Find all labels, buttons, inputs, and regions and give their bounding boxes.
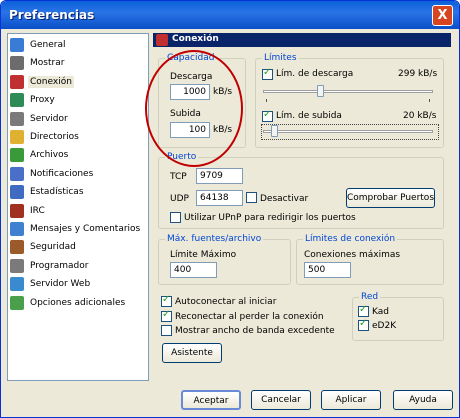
- limits-group-title: Límites: [262, 53, 299, 63]
- show-overhead-label: Mostrar ancho de banda excedente: [175, 326, 335, 336]
- kad-checkbox[interactable]: [358, 304, 369, 317]
- max-connections-label: Conexiones máximas: [304, 250, 401, 260]
- scheduler-icon: [10, 258, 24, 273]
- folder-icon: [10, 130, 24, 144]
- sidebar-item[interactable]: Mensajes y Comentarios: [10, 220, 146, 238]
- reconnect-checkbox[interactable]: [161, 309, 172, 322]
- download-limit-slider-track: [263, 90, 433, 93]
- download-limit-value: 299 kB/s: [398, 69, 438, 79]
- sidebar-item-label: Proxy: [30, 95, 55, 106]
- apply-button[interactable]: Aplicar: [321, 390, 381, 410]
- sidebar-item[interactable]: Proxy: [10, 91, 146, 109]
- upload-limit-checkbox[interactable]: [262, 109, 273, 122]
- preferences-window: Preferencias X General Mostrar Conexión Pro…: [0, 0, 460, 418]
- upload-limit-label: Lím. de subida: [276, 111, 342, 121]
- sidebar-item-label: Conexión: [28, 75, 74, 88]
- sidebar-item[interactable]: Opciones adicionales: [10, 294, 146, 312]
- sidebar-item-label: Notificaciones: [30, 168, 94, 179]
- sidebar-item-label: Opciones adicionales: [30, 297, 126, 308]
- sidebar-item[interactable]: Programador: [10, 257, 146, 275]
- accept-button[interactable]: Aceptar: [181, 390, 241, 410]
- server-icon: [10, 111, 24, 126]
- autoconnect-label: Autoconectar al iniciar: [175, 297, 277, 307]
- download-limit-label: Lím. de descarga: [276, 69, 354, 79]
- ed2k-checkbox[interactable]: [358, 318, 369, 331]
- section-header: Conexión: [153, 33, 451, 47]
- udp-port-input[interactable]: 64138: [196, 190, 243, 206]
- upnp-checkbox[interactable]: [170, 212, 181, 223]
- close-icon: X: [437, 8, 448, 23]
- upload-limit-slider-track: [263, 130, 433, 133]
- close-button[interactable]: X: [432, 5, 453, 26]
- sidebar-item[interactable]: IRC: [10, 202, 146, 220]
- udp-label: UDP: [170, 194, 189, 204]
- reconnect-label: Reconectar al perder la conexión: [175, 312, 324, 322]
- sidebar-item-label: IRC: [30, 205, 45, 216]
- webserver-icon: [10, 277, 24, 292]
- sidebar-item-label: General: [30, 40, 66, 50]
- upload-limit-value: 20 kB/s: [403, 111, 437, 121]
- sidebar-item-label: Estadísticas: [30, 187, 84, 198]
- general-icon: [10, 38, 24, 52]
- connection-limits-group-title: Límites de conexión: [303, 234, 398, 244]
- section-title: Conexión: [172, 34, 219, 44]
- kad-label: Kad: [372, 307, 389, 317]
- notifications-icon: [10, 166, 24, 181]
- sidebar-item[interactable]: Mostrar: [10, 54, 146, 72]
- download-limit-checkbox[interactable]: [262, 67, 273, 80]
- tcp-label: TCP: [170, 172, 187, 182]
- tcp-port-input[interactable]: 9709: [196, 168, 243, 184]
- max-limit-label: Límite Máximo: [170, 250, 237, 260]
- sidebar-item[interactable]: Notificaciones: [10, 165, 146, 183]
- window-title: Preferencias: [9, 8, 95, 22]
- sidebar-item[interactable]: Seguridad: [10, 238, 146, 256]
- network-group-title: Red: [359, 292, 381, 302]
- sidebar-item[interactable]: Conexión: [10, 73, 146, 91]
- sidebar-item[interactable]: General: [10, 36, 146, 54]
- sidebar-item[interactable]: Archivos: [10, 146, 146, 164]
- preferences-sidebar: General Mostrar Conexión Proxy Servidor Direc…: [7, 33, 149, 381]
- sidebar-item[interactable]: Servidor Web: [10, 275, 146, 293]
- files-icon: [10, 148, 24, 163]
- download-limit-slider[interactable]: [316, 85, 324, 97]
- show-overhead-checkbox[interactable]: [161, 325, 172, 336]
- sidebar-item-label: Servidor: [30, 113, 68, 124]
- sidebar-item-label: Mostrar: [30, 58, 65, 69]
- max-connections-input[interactable]: 500: [304, 262, 351, 278]
- cancel-button[interactable]: Cancelar: [251, 390, 311, 410]
- upload-limit-slider[interactable]: [271, 125, 279, 137]
- statistics-icon: [10, 185, 24, 200]
- proxy-icon: [10, 93, 24, 108]
- autoconnect-checkbox[interactable]: [161, 294, 172, 307]
- ed2k-label: eD2K: [372, 321, 397, 331]
- security-icon: [10, 240, 24, 255]
- disable-udp-label: Desactivar: [260, 194, 309, 204]
- sidebar-item[interactable]: Directorios: [10, 128, 146, 146]
- wizard-button[interactable]: Asistente: [162, 343, 222, 363]
- sidebar-item[interactable]: Estadísticas: [10, 183, 146, 201]
- sidebar-item-label: Directorios: [30, 132, 79, 142]
- slider-tick: [266, 99, 267, 102]
- red-annotation-circle: [145, 50, 243, 167]
- extra-options-icon: [10, 295, 24, 310]
- sidebar-item-label: Seguridad: [30, 242, 76, 253]
- upnp-label: Utilizar UPnP para redirigir los puertos: [184, 213, 356, 223]
- display-icon: [10, 56, 24, 71]
- sidebar-item-label: Mensajes y Comentarios: [30, 224, 141, 234]
- messages-icon: [10, 222, 24, 236]
- help-button[interactable]: Ayuda: [393, 390, 453, 410]
- slider-tick: [429, 99, 430, 102]
- irc-icon: [10, 203, 24, 218]
- max-sources-group-title: Máx. fuentes/archivo: [165, 234, 264, 244]
- check-ports-button[interactable]: Comprobar Puertos: [346, 188, 435, 208]
- max-sources-input[interactable]: 400: [170, 262, 217, 278]
- title-bar[interactable]: Preferencias X: [1, 1, 459, 29]
- sidebar-item-label: Programador: [30, 260, 89, 271]
- sidebar-item-label: Servidor Web: [30, 279, 91, 290]
- connection-icon: [10, 74, 24, 89]
- sidebar-item-label: Archivos: [30, 150, 69, 161]
- disable-udp-checkbox[interactable]: [246, 192, 257, 203]
- sidebar-item[interactable]: Servidor: [10, 110, 146, 128]
- connection-icon: [156, 34, 168, 46]
